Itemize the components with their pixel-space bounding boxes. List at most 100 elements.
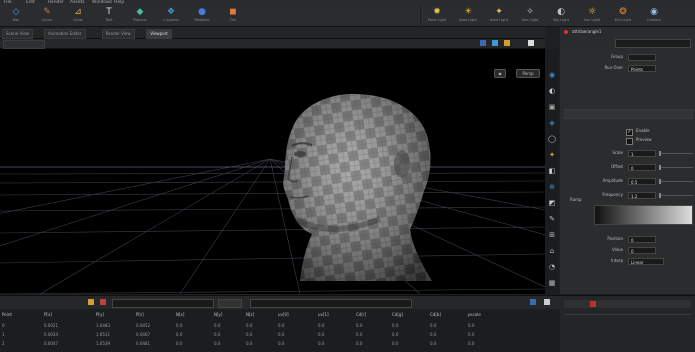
column-header[interactable]: Cd[r] <box>356 312 366 317</box>
tab-animation-editor[interactable]: Animation Editor <box>44 29 86 39</box>
wireframe-icon[interactable]: ◯ <box>548 135 556 143</box>
column-header[interactable]: P[y] <box>96 312 104 317</box>
shelf-tool-text[interactable]: T Text <box>97 8 121 25</box>
param-field[interactable]: 1 <box>628 150 656 157</box>
shelf-tool-label: Text <box>105 18 113 22</box>
settings-icon[interactable] <box>530 299 536 305</box>
column-header[interactable]: pscale <box>468 312 481 317</box>
l-system-icon: ❖ <box>166 7 176 17</box>
tab-render-view[interactable]: Render View <box>101 29 135 39</box>
background-icon[interactable]: ◩ <box>548 199 556 207</box>
param-slider[interactable] <box>659 179 693 184</box>
column-header[interactable]: uv[0] <box>278 312 289 317</box>
origin-icon[interactable]: ⊕ <box>548 183 556 191</box>
node-path-field[interactable] <box>615 39 691 48</box>
filter-icon[interactable] <box>88 299 94 305</box>
slider-knob[interactable] <box>659 165 661 170</box>
grid-icon[interactable]: ▣ <box>548 103 556 111</box>
param-field[interactable]: 0 <box>628 247 656 254</box>
param-field[interactable] <box>628 54 656 61</box>
column-header[interactable]: uv[1] <box>318 312 329 317</box>
path-field[interactable] <box>3 40 45 49</box>
shelf-tool-point-light[interactable]: ✹ Point Light <box>425 8 449 25</box>
param-field[interactable]: 0.5 <box>628 178 656 185</box>
node-flag-icon[interactable] <box>590 301 596 307</box>
bounds-icon[interactable]: ◔ <box>548 263 556 271</box>
network-tab-bar[interactable] <box>564 300 691 308</box>
column-header[interactable]: P[x] <box>44 312 52 317</box>
param-slider[interactable] <box>659 165 693 170</box>
maximize-icon[interactable] <box>528 40 534 46</box>
checkbox-preview[interactable] <box>626 138 633 145</box>
slider-knob[interactable] <box>659 151 661 156</box>
3d-viewport[interactable]: ◉ Persp <box>0 49 545 294</box>
pin-icon[interactable] <box>100 299 106 305</box>
shelf-tool-area-light[interactable]: ✦ Area Light <box>487 8 511 25</box>
column-header[interactable]: Cd[b] <box>430 312 441 317</box>
param-field[interactable]: Linear <box>628 258 664 265</box>
shelf-tool-camera[interactable]: ◉ Camera <box>642 8 666 25</box>
view-options-icon[interactable]: ◉ <box>494 69 506 78</box>
view-icon[interactable] <box>480 40 486 46</box>
shelf-tool-l-system[interactable]: ❖ L-System <box>159 8 183 25</box>
column-header[interactable]: Cd[g] <box>392 312 403 317</box>
shelf-tool-geo-light[interactable]: ✧ Geo Light <box>518 8 542 25</box>
param-field[interactable]: 0 <box>628 164 656 171</box>
camera-icon[interactable] <box>504 40 510 46</box>
column-header[interactable]: N[y] <box>214 312 222 317</box>
close-icon[interactable] <box>544 299 550 305</box>
tab-scene-view[interactable]: Scene View <box>2 29 33 39</box>
shelf-tool-spot-light[interactable]: ☀ Spot Light <box>456 8 480 25</box>
slider-knob[interactable] <box>659 193 661 198</box>
shelf-tool-env-light[interactable]: ❂ Env Light <box>611 8 635 25</box>
table-cell: 0.0 <box>468 341 475 346</box>
home-icon[interactable]: ⌂ <box>548 247 556 255</box>
shelf-tool-box[interactable]: ◇ Box <box>4 8 28 25</box>
checkbox-enable[interactable]: ✓ <box>626 129 633 136</box>
display-icon[interactable]: ◧ <box>548 167 556 175</box>
column-header[interactable]: N[x] <box>176 312 184 317</box>
table-cell: 0.0 <box>430 332 437 337</box>
slider-knob[interactable] <box>659 179 661 184</box>
shelf-toolbar-left: ◇ Box ✎ Curve ⊿ Draw T Text ◆ Platonic ❖ L-System ● M… <box>0 6 420 27</box>
file-icon: ◼ <box>229 7 237 17</box>
shelf-tool-sky-light[interactable]: ◐ Sky Light <box>549 8 573 25</box>
column-header[interactable]: N[z] <box>246 312 254 317</box>
shelf-tool-file[interactable]: ◼ File <box>221 8 245 25</box>
param-field[interactable]: 0 <box>628 236 656 243</box>
table-cell: 0.0 <box>318 332 325 337</box>
ramp-gradient[interactable] <box>594 205 693 225</box>
shelf-tool-curve[interactable]: ✎ Curve <box>35 8 59 25</box>
ghost-icon[interactable]: ▦ <box>548 279 556 287</box>
shelf-tool-label: Env Light <box>614 18 632 22</box>
attrib-filter-field[interactable] <box>250 299 412 308</box>
param-slider[interactable] <box>659 151 693 156</box>
display-icon[interactable] <box>492 40 498 46</box>
shelf-tool-platonic[interactable]: ◆ Platonic <box>128 8 152 25</box>
paint-icon[interactable]: ✎ <box>548 215 556 223</box>
panel-tab-bar[interactable] <box>564 109 693 119</box>
shelf-tool-sun-light[interactable]: ☼ Sun Light <box>580 8 604 25</box>
column-header[interactable]: P[z] <box>136 312 144 317</box>
param-field[interactable]: 1.2 <box>628 192 656 199</box>
column-header[interactable]: Point <box>2 312 12 317</box>
sun-light-icon: ☼ <box>587 7 597 17</box>
lighting-icon[interactable]: ◐ <box>548 87 556 95</box>
table-cell: 0.0034 <box>44 332 58 337</box>
spot-light-icon: ☀ <box>463 7 473 17</box>
shelf-tool-label: Sun Light <box>583 18 601 22</box>
node-field[interactable] <box>112 299 214 308</box>
shading-icon[interactable]: ◉ <box>548 71 556 79</box>
ramp-param-row: Value 0 <box>560 246 695 256</box>
layout-icon[interactable]: ⊞ <box>548 231 556 239</box>
param-slider[interactable] <box>659 193 693 198</box>
snap-icon[interactable]: ◈ <box>548 119 556 127</box>
tab-viewport[interactable]: Viewport <box>146 29 172 39</box>
shelf-tool-metaball[interactable]: ● Metaball <box>190 8 214 25</box>
camera-icon: ◉ <box>650 7 658 17</box>
camera-menu-button[interactable]: Persp <box>516 69 540 78</box>
param-field[interactable]: Points <box>628 65 656 72</box>
attrib-class-dropdown[interactable] <box>218 299 242 308</box>
light-icon[interactable]: ✦ <box>548 151 556 159</box>
shelf-tool-draw[interactable]: ⊿ Draw <box>66 8 90 25</box>
